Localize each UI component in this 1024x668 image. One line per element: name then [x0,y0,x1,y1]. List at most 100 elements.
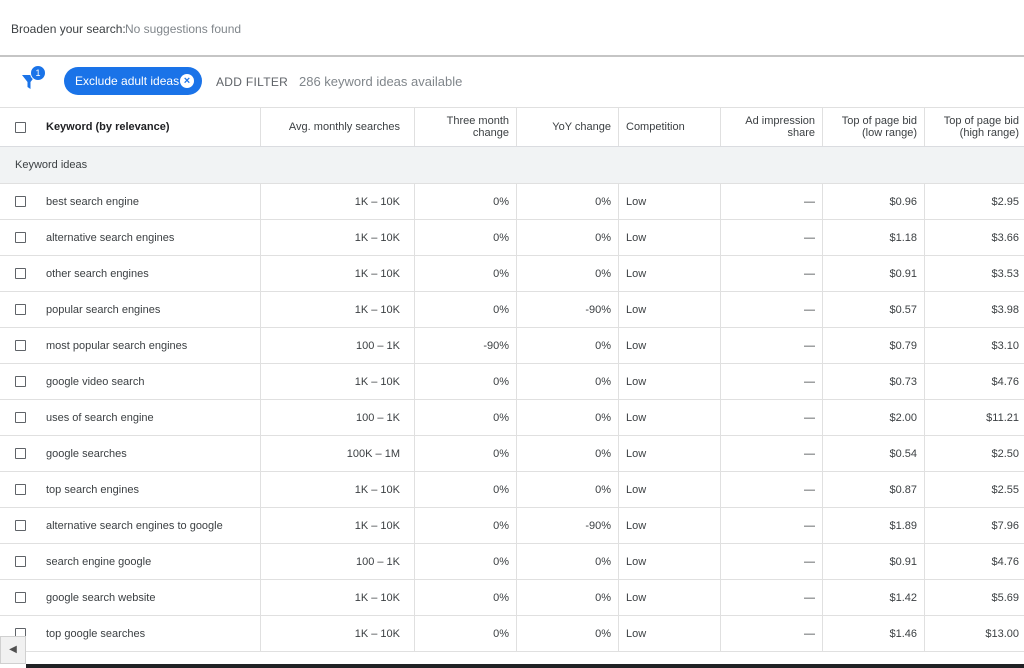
bid-high-cell: $7.96 [924,508,1024,543]
competition-cell: Low [618,184,720,219]
col-ad-impression[interactable]: Ad impression share [720,108,822,146]
col-avg-searches[interactable]: Avg. monthly searches [260,108,414,146]
row-checkbox[interactable] [15,376,26,387]
bid-low-cell: $1.42 [822,580,924,615]
bid-high-cell: $3.10 [924,328,1024,363]
bid-low-cell: $0.73 [822,364,924,399]
col-yoy[interactable]: YoY change [516,108,618,146]
competition-cell: Low [618,256,720,291]
table-header: Keyword (by relevance) Avg. monthly sear… [0,107,1024,147]
col-three-month[interactable]: Three month change [414,108,516,146]
bid-low-cell: $1.46 [822,616,924,651]
bid-high-cell: $3.66 [924,220,1024,255]
yoy-cell: 0% [516,364,618,399]
three-month-cell: 0% [414,256,516,291]
table-row[interactable]: google search website 1K – 10K 0% 0% Low — $1.… [0,580,1024,616]
yoy-cell: 0% [516,472,618,507]
bid-low-cell: $0.57 [822,292,924,327]
table-row[interactable]: google video search 1K – 10K 0% 0% Low — $0.73… [0,364,1024,400]
row-checkbox[interactable] [15,196,26,207]
avg-searches-cell: 1K – 10K [260,220,414,255]
row-checkbox[interactable] [15,304,26,315]
ad-impression-cell: — [720,472,822,507]
row-checkbox[interactable] [15,340,26,351]
table-row[interactable]: alternative search engines 1K – 10K 0% 0% Lo… [0,220,1024,256]
bid-high-cell: $3.98 [924,292,1024,327]
row-checkbox[interactable] [15,556,26,567]
table-row[interactable]: popular search engines 1K – 10K 0% -90% Low —… [0,292,1024,328]
ad-impression-cell: — [720,364,822,399]
yoy-cell: -90% [516,292,618,327]
broaden-label: Broaden your search: [11,22,126,36]
ad-impression-cell: — [720,328,822,363]
avg-searches-cell: 1K – 10K [260,472,414,507]
ad-impression-cell: — [720,220,822,255]
yoy-cell: 0% [516,220,618,255]
bid-low-cell: $0.91 [822,544,924,579]
competition-cell: Low [618,580,720,615]
bid-low-cell: $0.87 [822,472,924,507]
broaden-search-bar: Broaden your search: No suggestions foun… [0,0,1024,57]
avg-searches-cell: 1K – 10K [260,508,414,543]
bid-low-cell: $1.89 [822,508,924,543]
competition-cell: Low [618,616,720,651]
col-bid-low[interactable]: Top of page bid (low range) [822,108,924,146]
row-checkbox[interactable] [15,592,26,603]
yoy-cell: 0% [516,184,618,219]
table-row[interactable]: best search engine 1K – 10K 0% 0% Low — $0.96 $… [0,184,1024,220]
table-row[interactable]: most popular search engines 100 – 1K -90% 0… [0,328,1024,364]
competition-cell: Low [618,544,720,579]
bid-low-cell: $1.18 [822,220,924,255]
row-checkbox[interactable] [15,232,26,243]
bid-high-cell: $5.69 [924,580,1024,615]
avg-searches-cell: 1K – 10K [260,364,414,399]
ad-impression-cell: — [720,436,822,471]
table-row[interactable]: alternative search engines to google 1K –… [0,508,1024,544]
select-all-checkbox[interactable] [15,122,26,133]
bid-high-cell: $11.21 [924,400,1024,435]
horizontal-scrollbar[interactable] [26,664,1024,668]
keyword-table: Keyword (by relevance) Avg. monthly sear… [0,107,1024,652]
competition-cell: Low [618,436,720,471]
chevron-left-icon[interactable]: ◀ [0,636,26,664]
yoy-cell: 0% [516,328,618,363]
table-row[interactable]: uses of search engine 100 – 1K 0% 0% Low — $2.… [0,400,1024,436]
keyword-cell: alternative search engines to google [46,519,223,532]
competition-cell: Low [618,220,720,255]
keyword-cell: best search engine [46,195,139,208]
group-header: Keyword ideas [0,147,1024,184]
avg-searches-cell: 1K – 10K [260,292,414,327]
table-row[interactable]: search engine google 100 – 1K 0% 0% Low — $0.9… [0,544,1024,580]
table-row[interactable]: top google searches 1K – 10K 0% 0% Low — $1.46… [0,616,1024,652]
three-month-cell: 0% [414,616,516,651]
three-month-cell: 0% [414,184,516,219]
row-checkbox[interactable] [15,448,26,459]
avg-searches-cell: 1K – 10K [260,256,414,291]
bid-high-cell: $2.50 [924,436,1024,471]
keyword-cell: google video search [46,375,145,388]
col-keyword[interactable]: Keyword (by relevance) [38,108,260,146]
table-row[interactable]: top search engines 1K – 10K 0% 0% Low — $0.87 $… [0,472,1024,508]
close-circle-icon[interactable]: × [180,74,194,88]
keyword-cell: top search engines [46,483,139,496]
row-checkbox[interactable] [15,520,26,531]
add-filter-button[interactable]: ADD FILTER [216,75,288,89]
bid-high-cell: $3.53 [924,256,1024,291]
col-bid-high[interactable]: Top of page bid (high range) [924,108,1024,146]
row-checkbox[interactable] [15,412,26,423]
table-row[interactable]: google searches 100K – 1M 0% 0% Low — $0.54 $2.… [0,436,1024,472]
keyword-cell: alternative search engines [46,231,175,244]
yoy-cell: 0% [516,580,618,615]
exclude-adult-ideas-chip[interactable]: Exclude adult ideas × [64,67,202,95]
col-competition[interactable]: Competition [618,108,720,146]
competition-cell: Low [618,292,720,327]
ad-impression-cell: — [720,616,822,651]
row-checkbox[interactable] [15,484,26,495]
avg-searches-cell: 1K – 10K [260,184,414,219]
three-month-cell: 0% [414,220,516,255]
broaden-suggestions: No suggestions found [125,22,242,36]
row-checkbox[interactable] [15,268,26,279]
ad-impression-cell: — [720,400,822,435]
keyword-cell: uses of search engine [46,411,154,424]
table-row[interactable]: other search engines 1K – 10K 0% 0% Low — $0.9… [0,256,1024,292]
